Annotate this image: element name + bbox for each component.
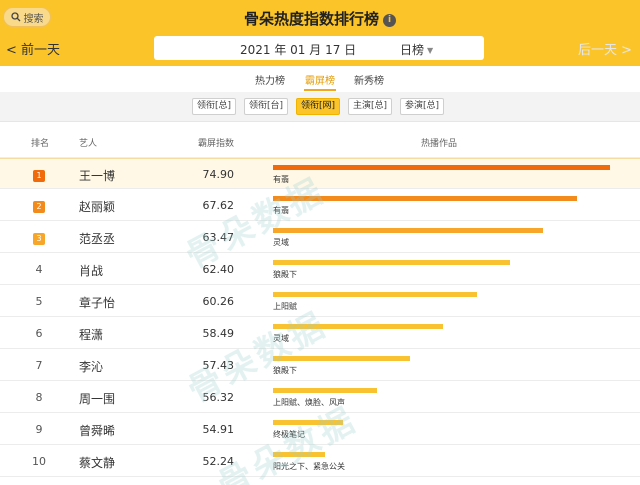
date-selector[interactable]: 2021 年 01 月 17 日 日榜 ▼ [154, 36, 484, 60]
page-title: 骨朵热度指数排行榜 i [0, 8, 640, 29]
header-bar: 搜索 骨朵热度指数排行榜 i < 前一天 2021 年 01 月 17 日 日榜 ▼… [0, 0, 640, 66]
hot-works: 上阳赋、焕脸、风声 [273, 398, 345, 407]
ranking-tabs: 热力榜 霸屏榜 新秀榜 [0, 66, 640, 92]
artist-name: 赵丽颖 [79, 200, 116, 214]
hot-works: 有翡 [273, 175, 289, 184]
filter-support-total[interactable]: 参演[总] [400, 98, 444, 115]
index-bar [273, 165, 610, 170]
index-score: 63.47 [202, 231, 235, 244]
filter-tabs: 领衔[总] 领衔[台] 领衔[网] 主演[总] 参演[总] [0, 92, 640, 122]
index-score: 67.62 [202, 199, 235, 212]
table-row[interactable]: 10 蔡文静 52.24 阳光之下、紧急公关 [0, 446, 640, 477]
table-row[interactable]: 1 王一博 74.90 有翡 [0, 158, 640, 189]
hot-works: 终极笔记 [273, 430, 305, 439]
index-score: 56.32 [202, 391, 235, 404]
period-select[interactable]: 日榜 ▼ [400, 41, 433, 58]
caret-down-icon: ▼ [427, 46, 434, 55]
header-works: 热播作品 [421, 139, 458, 149]
filter-lead-total[interactable]: 领衔[总] [192, 98, 236, 115]
index-score: 74.90 [202, 168, 235, 181]
table-row[interactable]: 8 周一围 56.32 上阳赋、焕脸、风声 [0, 382, 640, 413]
index-score: 57.43 [202, 359, 235, 372]
artist-name: 程潇 [79, 328, 104, 342]
index-score: 58.49 [202, 327, 235, 340]
artist-name: 周一围 [79, 392, 116, 406]
artist-name: 范丞丞 [79, 232, 116, 246]
prev-day-label: 前一天 [21, 43, 61, 58]
header-index: 霸屏指数 [198, 139, 235, 149]
hot-works: 灵域 [273, 334, 289, 343]
index-bar [273, 228, 543, 233]
index-score: 52.24 [202, 455, 235, 468]
tab-heat[interactable]: 热力榜 [255, 72, 285, 87]
table-row[interactable]: 2 赵丽颖 67.62 有翡 [0, 190, 640, 221]
index-score: 60.26 [202, 295, 235, 308]
artist-name: 蔡文静 [79, 456, 116, 470]
tab-dominance[interactable]: 霸屏榜 [305, 72, 335, 87]
index-score: 62.40 [202, 263, 235, 276]
table-header: 排名 艺人 霸屏指数 热播作品 [0, 122, 640, 158]
rank-number: 4 [35, 263, 43, 276]
index-bar [273, 420, 343, 425]
prev-day-button[interactable]: < 前一天 [6, 39, 60, 58]
index-bar [273, 356, 410, 361]
artist-name: 肖战 [79, 264, 104, 278]
artist-name: 章子怡 [79, 296, 116, 310]
tab-active-indicator [304, 89, 336, 91]
rank-number: 8 [35, 391, 43, 404]
artist-name: 李沁 [79, 360, 104, 374]
index-score: 54.91 [202, 423, 235, 436]
page-title-text: 骨朵热度指数排行榜 [243, 10, 379, 28]
artist-name: 王一博 [79, 169, 116, 183]
hot-works: 上阳赋 [273, 302, 297, 311]
rank-number: 6 [35, 327, 43, 340]
filter-lead-tv[interactable]: 领衔[台] [244, 98, 288, 115]
table-row[interactable]: 7 李沁 57.43 狼殿下 [0, 350, 640, 381]
chevron-left-icon: < [6, 43, 17, 58]
index-bar [273, 324, 443, 329]
period-label: 日榜 [400, 43, 425, 57]
table-row[interactable]: 3 范丞丞 63.47 灵域 [0, 222, 640, 253]
hot-works: 狼殿下 [273, 270, 297, 279]
chevron-right-icon: > [621, 43, 632, 58]
rank-badge: 1 [33, 170, 45, 182]
next-day-label: 后一天 [577, 43, 617, 58]
rank-number: 5 [35, 295, 43, 308]
rank-badge: 2 [33, 201, 45, 213]
rank-badge: 3 [33, 233, 45, 245]
header-artist: 艺人 [79, 139, 98, 149]
table-row[interactable]: 4 肖战 62.40 狼殿下 [0, 254, 640, 285]
tab-newcomer[interactable]: 新秀榜 [354, 72, 384, 87]
index-bar [273, 292, 477, 297]
rank-number: 9 [35, 423, 43, 436]
index-bar [273, 196, 577, 201]
table-row[interactable]: 9 曾舜晞 54.91 终极笔记 [0, 414, 640, 445]
rank-number: 10 [32, 455, 46, 468]
index-bar [273, 388, 377, 393]
hot-works: 灵域 [273, 238, 289, 247]
rank-number: 7 [35, 359, 43, 372]
index-bar [273, 260, 510, 265]
hot-works: 狼殿下 [273, 366, 297, 375]
filter-main-total[interactable]: 主演[总] [348, 98, 392, 115]
date-text: 2021 年 01 月 17 日 [240, 43, 357, 57]
table-row[interactable]: 6 程潇 58.49 灵域 [0, 318, 640, 349]
index-bar [273, 452, 325, 457]
hot-works: 阳光之下、紧急公关 [273, 462, 345, 471]
filter-lead-web[interactable]: 领衔[网] [296, 98, 340, 115]
hot-works: 有翡 [273, 206, 289, 215]
info-icon[interactable]: i [383, 14, 396, 27]
artist-name: 曾舜晞 [79, 424, 116, 438]
header-rank: 排名 [31, 139, 50, 149]
table-row[interactable]: 5 章子怡 60.26 上阳赋 [0, 286, 640, 317]
next-day-button[interactable]: 后一天 > [578, 39, 632, 58]
